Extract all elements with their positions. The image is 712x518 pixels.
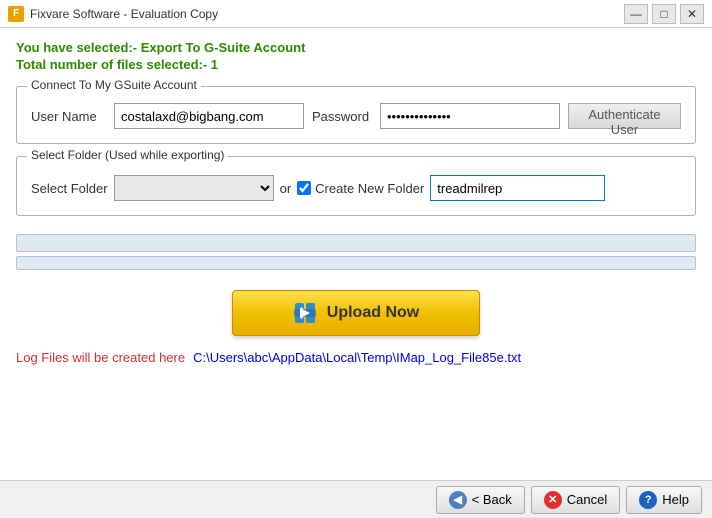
folder-select[interactable]: [114, 175, 274, 201]
upload-now-label: Upload Now: [327, 304, 419, 322]
password-label: Password: [312, 109, 372, 124]
cancel-label: Cancel: [567, 492, 607, 507]
username-label: User Name: [31, 109, 106, 124]
cancel-button[interactable]: ✕ Cancel: [531, 486, 620, 514]
cancel-icon: ✕: [544, 491, 562, 509]
status-count: Total number of files selected:- 1: [16, 57, 696, 72]
username-input[interactable]: [114, 103, 304, 129]
help-icon: ?: [639, 491, 657, 509]
create-folder-label: Create New Folder: [315, 181, 424, 196]
folder-group-title: Select Folder (Used while exporting): [27, 148, 228, 162]
create-folder-checkbox-label[interactable]: Create New Folder: [297, 181, 424, 196]
upload-btn-container: Upload Now: [16, 290, 696, 336]
folder-label: Select Folder: [31, 181, 108, 196]
window-controls: — □ ✕: [624, 4, 704, 24]
back-label: < Back: [472, 492, 512, 507]
help-button[interactable]: ? Help: [626, 486, 702, 514]
minimize-button[interactable]: —: [624, 4, 648, 24]
gsuite-group: Connect To My GSuite Account User Name P…: [16, 86, 696, 144]
log-row: Log Files will be created here C:\Users\…: [16, 350, 696, 365]
folder-name-input[interactable]: [430, 175, 605, 201]
upload-icon: [293, 301, 317, 325]
app-icon: F: [8, 6, 24, 22]
folder-row: Select Folder or Create New Folder: [31, 175, 681, 201]
progress-bar-outer-2: [16, 256, 696, 270]
upload-now-button[interactable]: Upload Now: [232, 290, 480, 336]
status-selected: You have selected:- Export To G-Suite Ac…: [16, 40, 696, 55]
main-content: You have selected:- Export To G-Suite Ac…: [0, 28, 712, 480]
gsuite-group-title: Connect To My GSuite Account: [27, 78, 201, 92]
help-label: Help: [662, 492, 689, 507]
authenticate-button[interactable]: Authenticate User: [568, 103, 681, 129]
create-folder-checkbox[interactable]: [297, 181, 311, 195]
maximize-button[interactable]: □: [652, 4, 676, 24]
password-input[interactable]: [380, 103, 560, 129]
close-button[interactable]: ✕: [680, 4, 704, 24]
credentials-row: User Name Password Authenticate User: [31, 103, 681, 129]
bottom-bar: ◀ < Back ✕ Cancel ? Help: [0, 480, 712, 518]
log-label: Log Files will be created here: [16, 350, 185, 365]
progress-area: [16, 234, 696, 270]
back-icon: ◀: [449, 491, 467, 509]
or-text: or: [280, 181, 292, 196]
back-button[interactable]: ◀ < Back: [436, 486, 525, 514]
log-link[interactable]: C:\Users\abc\AppData\Local\Temp\IMap_Log…: [193, 350, 521, 365]
title-bar: F Fixvare Software - Evaluation Copy — □…: [0, 0, 712, 28]
progress-bar-outer-1: [16, 234, 696, 252]
window-title: Fixvare Software - Evaluation Copy: [30, 7, 624, 21]
folder-group: Select Folder (Used while exporting) Sel…: [16, 156, 696, 216]
